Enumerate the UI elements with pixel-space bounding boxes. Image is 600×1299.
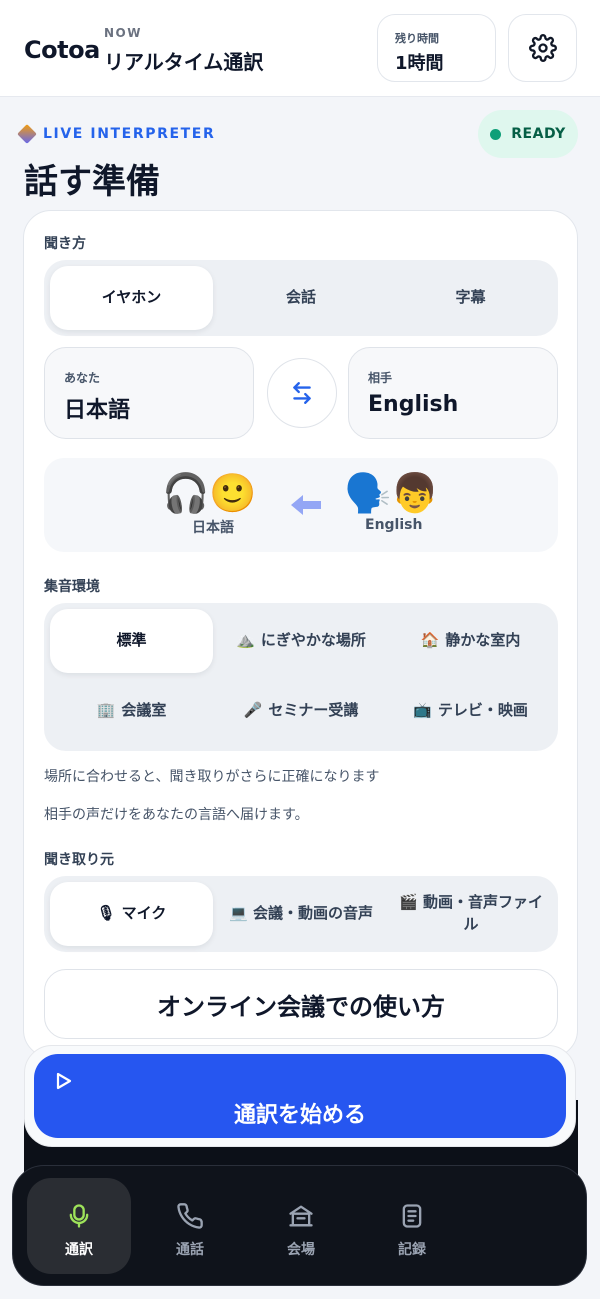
phone-icon (177, 1203, 203, 1229)
listener-emoji: 🎧🙂 (162, 471, 257, 515)
app-header: Cotoa NOW リアルタイム通訳 残り時間 1時間 (0, 0, 600, 97)
house-icon: 🏠 (420, 631, 440, 650)
direction-illustration: 🎧🙂 日本語 🗣️👦 English (44, 458, 558, 552)
app-title: リアルタイム通訳 (104, 50, 264, 74)
source-label: 聞き取り元 (44, 852, 114, 868)
source-option-label-text: 動画・音声ファイル (422, 893, 543, 933)
mic-icon (69, 1204, 89, 1228)
gear-icon (528, 34, 557, 62)
environment-option-label: 静かな室内 (445, 631, 521, 650)
environment-option-quiet[interactable]: 🏠 静かな室内 (389, 609, 552, 673)
status-text: READY (511, 126, 566, 142)
nav-item-records[interactable]: 記録 (360, 1178, 464, 1274)
mountain-icon: ⛰️ (236, 631, 255, 650)
settings-card: 聞き方 イヤホン 会話 字幕 あなた 日本語 相手 English 🎧🙂 日本語… (23, 210, 578, 1058)
direction-helper-text: 相手の声だけをあなたの言語へ届けます。 (44, 807, 309, 823)
status-badge: READY (478, 110, 578, 158)
environment-option-meeting-room[interactable]: 🏢 会議室 (50, 679, 213, 743)
environment-selector: 標準 ⛰️ にぎやかな場所 🏠 静かな室内 🏢 会議室 🎤 セミナー受講 📺 テ… (44, 603, 558, 751)
partner-language-value: English (368, 392, 459, 417)
laptop-icon: 💻 (229, 904, 248, 923)
now-label: NOW (104, 26, 142, 40)
bottom-navigation: 通訳 通話 会場 記録 (12, 1165, 587, 1286)
environment-option-label: テレビ・映画 (437, 701, 528, 720)
listener-language-label: 日本語 (192, 520, 234, 536)
environment-option-standard[interactable]: 標準 (50, 609, 213, 673)
source-option-mic[interactable]: 🎙 マイク (50, 882, 213, 946)
remaining-time-box[interactable]: 残り時間 1時間 (377, 14, 496, 82)
venue-icon (289, 1205, 313, 1227)
environment-option-label: 会議室 (121, 701, 167, 720)
your-language-value: 日本語 (64, 398, 131, 423)
status-dot-icon (490, 128, 502, 140)
environment-label: 集音環境 (44, 579, 100, 595)
office-building-icon: 🏢 (96, 701, 116, 720)
diamond-icon (17, 124, 37, 144)
clapperboard-icon: 🎬 (399, 893, 418, 912)
partner-language-label: 相手 (368, 371, 393, 385)
speaker-emoji: 🗣️👦 (344, 471, 439, 515)
source-option-label: 💻 会議・動画の音声 (229, 903, 373, 925)
start-interpreting-button[interactable]: 通訳を始める (34, 1054, 566, 1138)
nav-item-interpret[interactable]: 通訳 (27, 1178, 131, 1274)
listen-mode-selector: イヤホン 会話 字幕 (44, 260, 558, 336)
source-selector: 🎙 マイク 💻 会議・動画の音声 🎬 動画・音声ファイル (44, 876, 558, 952)
listen-option-earphone[interactable]: イヤホン (50, 266, 213, 330)
environment-option-seminar[interactable]: 🎤 セミナー受講 (220, 679, 382, 743)
nav-item-venue[interactable]: 会場 (249, 1178, 353, 1274)
live-interpreter-row: LIVE INTERPRETER (17, 124, 216, 144)
nav-item-call[interactable]: 通話 (138, 1178, 242, 1274)
listen-mode-label: 聞き方 (44, 236, 86, 252)
play-icon (56, 1072, 72, 1090)
your-language-label: あなた (64, 371, 101, 385)
microphone-icon: 🎤 (243, 701, 263, 720)
mic-icon: 🎙 (96, 904, 116, 923)
source-option-label: 🎬 動画・音声ファイル (394, 892, 548, 936)
swap-arrows-icon (293, 382, 311, 404)
source-option-label-text: 会議・動画の音声 (252, 904, 373, 923)
nav-label-records: 記録 (398, 1242, 426, 1258)
live-interpreter-label: LIVE INTERPRETER (43, 126, 216, 142)
source-option-label: マイク (121, 904, 167, 923)
environment-option-label: にぎやかな場所 (260, 631, 366, 650)
your-language-selector[interactable]: あなた 日本語 (44, 347, 254, 439)
settings-button[interactable] (508, 14, 577, 82)
environment-option-label: セミナー受講 (268, 701, 359, 720)
arrow-left-icon (291, 495, 321, 515)
environment-option-tv[interactable]: 📺 テレビ・映画 (389, 679, 552, 743)
nav-label-call: 通話 (176, 1242, 204, 1258)
source-option-meeting-audio[interactable]: 💻 会議・動画の音声 (224, 882, 378, 946)
document-icon (402, 1204, 422, 1228)
speaker-language-label: English (365, 517, 423, 533)
environment-option-busy[interactable]: ⛰️ にぎやかな場所 (220, 609, 382, 673)
source-option-media-file[interactable]: 🎬 動画・音声ファイル (394, 882, 548, 946)
listen-option-conversation[interactable]: 会話 (220, 266, 382, 330)
swap-languages-button[interactable] (267, 358, 337, 428)
page-title: 話す準備 (24, 162, 160, 202)
partner-language-selector[interactable]: 相手 English (348, 347, 558, 439)
start-interpreting-label: 通訳を始める (233, 1103, 366, 1128)
nav-label-interpret: 通訳 (65, 1242, 93, 1258)
brand-logo: Cotoa (24, 36, 100, 64)
environment-option-label: 標準 (116, 631, 147, 650)
howto-online-meeting-button[interactable]: オンライン会議での使い方 (44, 969, 558, 1039)
television-icon: 📺 (413, 701, 432, 720)
remaining-time-value: 1時間 (395, 53, 444, 74)
remaining-time-label: 残り時間 (395, 32, 439, 45)
listen-option-subtitles[interactable]: 字幕 (389, 266, 552, 330)
nav-label-venue: 会場 (287, 1242, 315, 1258)
environment-helper-text: 場所に合わせると、聞き取りがさらに正確になります (44, 769, 380, 785)
